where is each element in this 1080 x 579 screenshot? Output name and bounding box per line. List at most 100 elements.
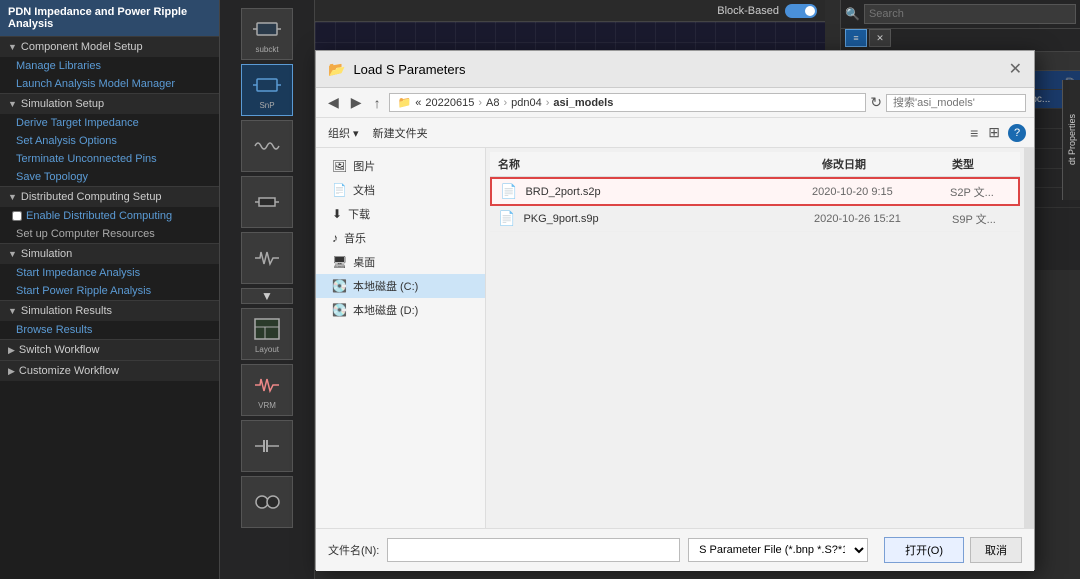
dialog-title: 📂 Load S Parameters	[328, 61, 465, 78]
desktop-icon: 🖥	[332, 255, 347, 269]
tree-item-music[interactable]: ♪ 音乐	[316, 226, 485, 250]
section-switch-workflow[interactable]: ▶ Switch Workflow	[0, 339, 219, 360]
arrow-icon-switch: ▶	[8, 345, 15, 356]
filetype-select[interactable]: S Parameter File (*.bnp *.S?*1	[688, 538, 868, 562]
file-type-brd: S2P 文...	[950, 184, 1010, 200]
tree-item-documents[interactable]: 📄 文档	[316, 178, 485, 202]
breadcrumb-part-0[interactable]: «	[415, 97, 421, 109]
arrow-icon-simulation: ▼	[8, 249, 17, 259]
tree-item-local-disk-c[interactable]: 💽 本地磁盘 (C:)	[316, 274, 485, 298]
vertical-tab-properties[interactable]: dt Properties	[1062, 80, 1080, 200]
nav-forward-button[interactable]: ▶	[347, 92, 366, 113]
file-item-pkg-9port[interactable]: 📄 PKG_9port.s9p 2020-10-26 15:21 S9P 文..…	[490, 206, 1020, 232]
arrow-icon-results: ▼	[8, 306, 17, 316]
view-btn-help[interactable]: ?	[1008, 124, 1026, 142]
dialog-toolbar: 组织 ▾ 新建文件夹 ≡ ⊞ ?	[316, 118, 1034, 148]
breadcrumb-part-1[interactable]: 20220615	[425, 97, 474, 109]
arrow-icon-sim: ▼	[8, 99, 17, 109]
nav-back-button[interactable]: ◀	[324, 92, 343, 113]
nav-up-button[interactable]: ↑	[370, 93, 385, 113]
left-panel: PDN Impedance and Power Ripple Analysis …	[0, 0, 220, 579]
music-icon: ♪	[332, 231, 338, 245]
section-customize-workflow[interactable]: ▶ Customize Workflow	[0, 360, 219, 381]
section-simulation[interactable]: ▼ Simulation	[0, 243, 219, 264]
file-icon-pkg: 📄	[498, 210, 515, 227]
filter-btn-1[interactable]: ≡	[845, 29, 867, 47]
tree-item-pictures[interactable]: 🖼 图片	[316, 154, 485, 178]
tool-resistor[interactable]	[241, 176, 293, 228]
filter-btn-2[interactable]: ✕	[869, 29, 891, 47]
sidebar-item-start-power-ripple[interactable]: Start Power Ripple Analysis	[0, 282, 219, 300]
tool-vrm[interactable]: VRM	[241, 364, 293, 416]
enable-distributed-checkbox[interactable]	[12, 211, 22, 221]
cancel-button[interactable]: 取消	[970, 537, 1022, 563]
file-date-brd: 2020-10-20 9:15	[812, 186, 942, 198]
dialog-main: 名称 修改日期 类型 📄 BRD_2port.s2p 2020-10-20 9:…	[486, 148, 1024, 528]
sidebar-item-enable-distributed[interactable]: Enable Distributed Computing	[0, 207, 219, 225]
new-folder-button[interactable]: 新建文件夹	[369, 123, 432, 143]
arrow-icon-dist: ▼	[8, 192, 17, 202]
tree-item-local-disk-d[interactable]: 💽 本地磁盘 (D:)	[316, 298, 485, 322]
filename-label: 文件名(N):	[328, 542, 379, 558]
sidebar-item-start-impedance[interactable]: Start Impedance Analysis	[0, 264, 219, 282]
dialog-search-input[interactable]	[886, 94, 1026, 112]
file-dialog: 📂 Load S Parameters ✕ ◀ ▶ ↑ 📁 « 20220615…	[315, 50, 1035, 570]
block-based-toggle[interactable]	[785, 4, 817, 18]
filter-buttons: ≡ ✕	[841, 29, 1080, 52]
col-date-header: 修改日期	[822, 156, 952, 172]
dialog-nav: ◀ ▶ ↑ 📁 « 20220615 › A8 › pdn04 › asi_mo…	[316, 88, 1034, 118]
view-btn-list[interactable]: ≡	[968, 123, 980, 143]
file-name-brd: BRD_2port.s2p	[525, 186, 804, 198]
toolbar-strip: subckt SnP ▼ Layout	[220, 0, 315, 579]
tool-component2[interactable]	[241, 476, 293, 528]
sidebar-item-manage-libraries[interactable]: Manage Libraries	[0, 57, 219, 75]
col-type-header: 类型	[952, 156, 1012, 172]
tool-capacitor[interactable]	[241, 420, 293, 472]
documents-icon: 📄	[332, 183, 347, 197]
tool-snp-label: SnP	[259, 101, 274, 110]
tree-item-downloads[interactable]: ⬇ 下载	[316, 202, 485, 226]
filename-input[interactable]	[387, 538, 680, 562]
open-button[interactable]: 打开(O)	[884, 537, 964, 563]
sidebar-item-launch-analysis[interactable]: Launch Analysis Model Manager	[0, 75, 219, 93]
breadcrumb-sep-0: 📁	[398, 96, 412, 109]
file-date-pkg: 2020-10-26 15:21	[814, 213, 944, 225]
col-name-header: 名称	[498, 156, 822, 172]
dialog-left-tree: 🖼 图片 📄 文档 ⬇ 下载 ♪ 音乐 🖥 桌面 💽 本地磁盘 (C:)	[316, 148, 486, 528]
tool-snp[interactable]: SnP	[241, 64, 293, 116]
breadcrumb-part-3[interactable]: pdn04	[511, 97, 542, 109]
local-disk-c-icon: 💽	[332, 279, 347, 293]
dialog-scrollbar[interactable]	[1024, 148, 1034, 528]
breadcrumb-part-4[interactable]: asi_models	[553, 97, 613, 109]
right-panel-search: 🔍	[841, 0, 1080, 29]
arrow-icon-customize: ▶	[8, 366, 15, 377]
sidebar-item-derive-target[interactable]: Derive Target Impedance	[0, 114, 219, 132]
section-distributed-computing[interactable]: ▼ Distributed Computing Setup	[0, 186, 219, 207]
tool-waveform[interactable]	[241, 232, 293, 284]
tool-inductor[interactable]	[241, 120, 293, 172]
view-btn-icons[interactable]: ⊞	[986, 122, 1002, 143]
section-simulation-setup[interactable]: ▼ Simulation Setup	[0, 93, 219, 114]
section-simulation-results[interactable]: ▼ Simulation Results	[0, 300, 219, 321]
dialog-close-button[interactable]: ✕	[1009, 59, 1022, 79]
nav-refresh-button[interactable]: ↻	[870, 94, 882, 111]
sidebar-item-terminate-pins[interactable]: Terminate Unconnected Pins	[0, 150, 219, 168]
organize-button[interactable]: 组织 ▾	[324, 123, 363, 143]
dialog-icon: 📂	[328, 61, 345, 78]
file-item-brd-2port[interactable]: 📄 BRD_2port.s2p 2020-10-20 9:15 S2P 文...	[490, 177, 1020, 206]
vertical-tab-label: dt Properties	[1067, 114, 1077, 165]
tool-subckt[interactable]: subckt	[241, 8, 293, 60]
breadcrumb-part-2[interactable]: A8	[486, 97, 499, 109]
sidebar-item-save-topology[interactable]: Save Topology	[0, 168, 219, 186]
tool-arrow-down[interactable]: ▼	[241, 288, 293, 304]
sidebar-item-set-analysis[interactable]: Set Analysis Options	[0, 132, 219, 150]
section-component-model-setup[interactable]: ▼ Component Model Setup	[0, 36, 219, 57]
sidebar-item-browse-results[interactable]: Browse Results	[0, 321, 219, 339]
dialog-body: 🖼 图片 📄 文档 ⬇ 下载 ♪ 音乐 🖥 桌面 💽 本地磁盘 (C:)	[316, 148, 1034, 528]
tree-item-desktop[interactable]: 🖥 桌面	[316, 250, 485, 274]
tool-layout[interactable]: Layout	[241, 308, 293, 360]
block-based-bar: Block-Based	[315, 0, 825, 22]
right-panel-search-input[interactable]	[864, 4, 1076, 24]
tool-subckt-label: subckt	[255, 45, 278, 54]
tool-layout-label: Layout	[255, 345, 279, 354]
